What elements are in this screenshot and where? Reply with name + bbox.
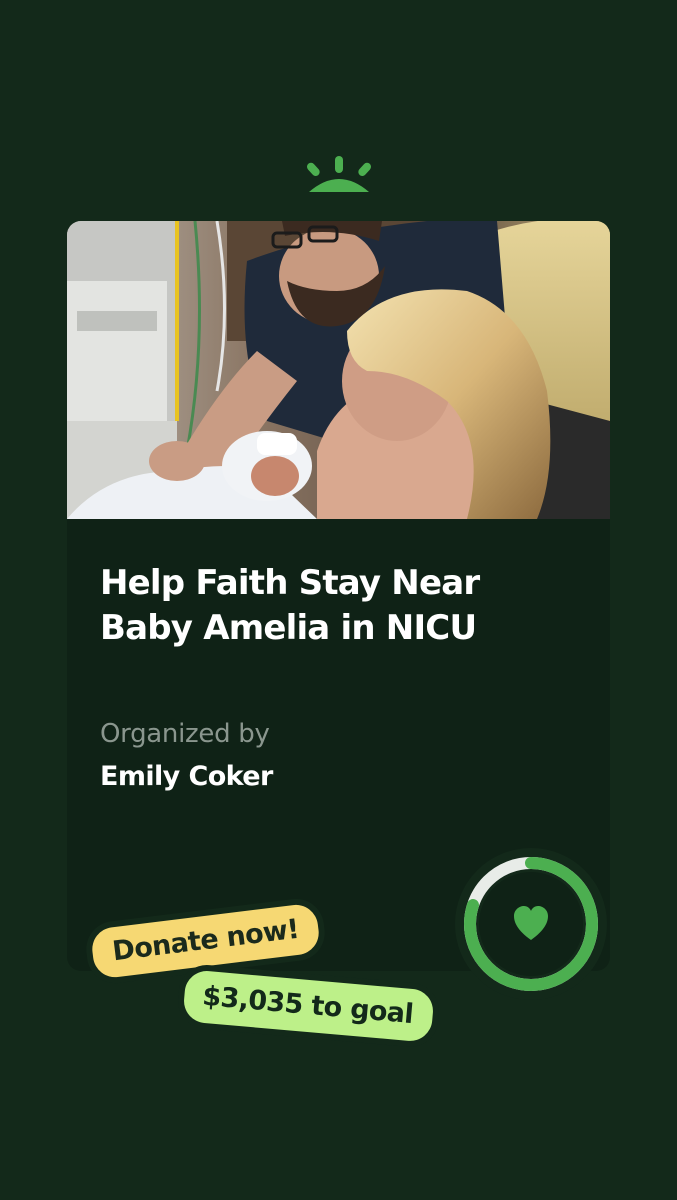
- goal-remaining-badge: $3,035 to goal: [182, 969, 436, 1043]
- campaign-title: Help Faith Stay Near Baby Amelia in NICU: [100, 563, 480, 648]
- organizer-name[interactable]: Emily Coker: [100, 761, 273, 792]
- sprout-logo-icon: [300, 150, 378, 200]
- organized-by-label: Organized by: [100, 719, 270, 749]
- page: Help Faith Stay Near Baby Amelia in NICU…: [0, 0, 677, 1200]
- campaign-photo: [67, 221, 610, 519]
- progress-ring: [455, 848, 607, 1000]
